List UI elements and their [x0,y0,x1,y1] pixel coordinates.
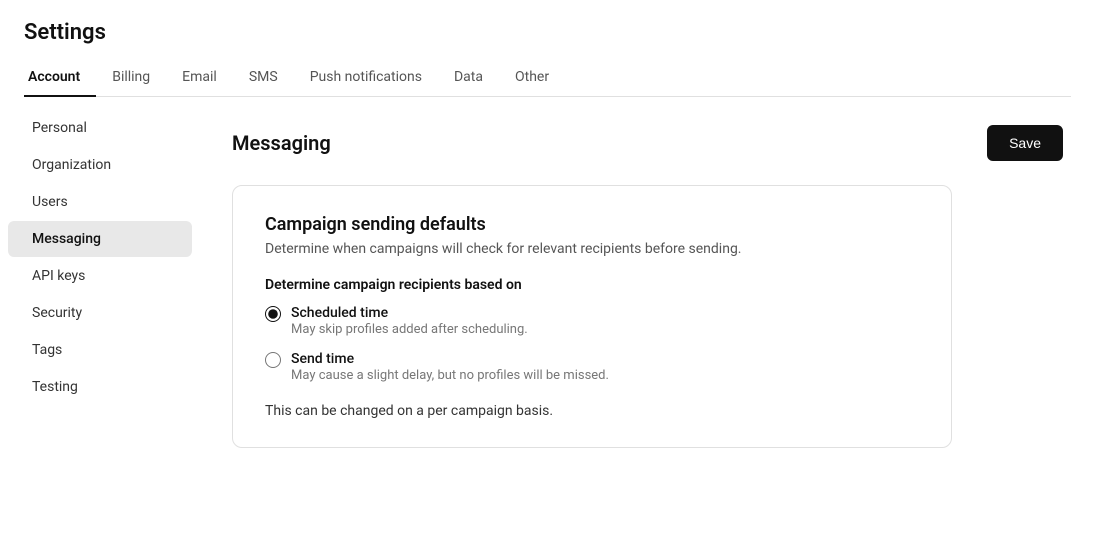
radio-group: Scheduled time May skip profiles added a… [265,305,919,383]
top-nav-item-data[interactable]: Data [438,59,499,97]
radio-hint-scheduled-time: May skip profiles added after scheduling… [291,322,528,337]
radio-option-send-time[interactable]: Send time May cause a slight delay, but … [265,351,919,383]
content-title: Messaging [232,131,331,155]
card-footer-note: This can be changed on a per campaign ba… [265,403,919,419]
sidebar: PersonalOrganizationUsersMessagingAPI ke… [0,97,200,557]
sidebar-item-organization[interactable]: Organization [8,147,192,183]
sidebar-item-messaging[interactable]: Messaging [8,221,192,257]
card-description: Determine when campaigns will check for … [265,241,919,257]
sidebar-item-testing[interactable]: Testing [8,369,192,405]
top-nav-item-email[interactable]: Email [166,59,233,97]
content-area: Messaging Save Campaign sending defaults… [200,97,1095,557]
radio-send-time[interactable] [265,352,281,368]
sidebar-item-security[interactable]: Security [8,295,192,331]
top-nav: AccountBillingEmailSMSPush notifications… [24,59,1071,97]
radio-label-send-time: Send time [291,351,609,367]
sidebar-item-personal[interactable]: Personal [8,110,192,146]
top-nav-item-other[interactable]: Other [499,59,565,97]
save-button[interactable]: Save [987,125,1063,161]
page-title: Settings [24,20,1071,45]
sidebar-item-users[interactable]: Users [8,184,192,220]
page-header: Settings AccountBillingEmailSMSPush noti… [0,0,1095,97]
settings-card: Campaign sending defaults Determine when… [232,185,952,448]
radio-label-scheduled-time: Scheduled time [291,305,528,321]
top-nav-item-account[interactable]: Account [24,59,96,97]
top-nav-item-push-notifications[interactable]: Push notifications [294,59,438,97]
radio-option-scheduled-time[interactable]: Scheduled time May skip profiles added a… [265,305,919,337]
sidebar-item-tags[interactable]: Tags [8,332,192,368]
main-layout: PersonalOrganizationUsersMessagingAPI ke… [0,97,1095,557]
sidebar-item-api-keys[interactable]: API keys [8,258,192,294]
section-label: Determine campaign recipients based on [265,277,919,293]
content-header: Messaging Save [232,125,1063,161]
radio-scheduled-time[interactable] [265,306,281,322]
radio-hint-send-time: May cause a slight delay, but no profile… [291,368,609,383]
card-title: Campaign sending defaults [265,214,919,235]
top-nav-item-billing[interactable]: Billing [96,59,166,97]
top-nav-item-sms[interactable]: SMS [233,59,294,97]
